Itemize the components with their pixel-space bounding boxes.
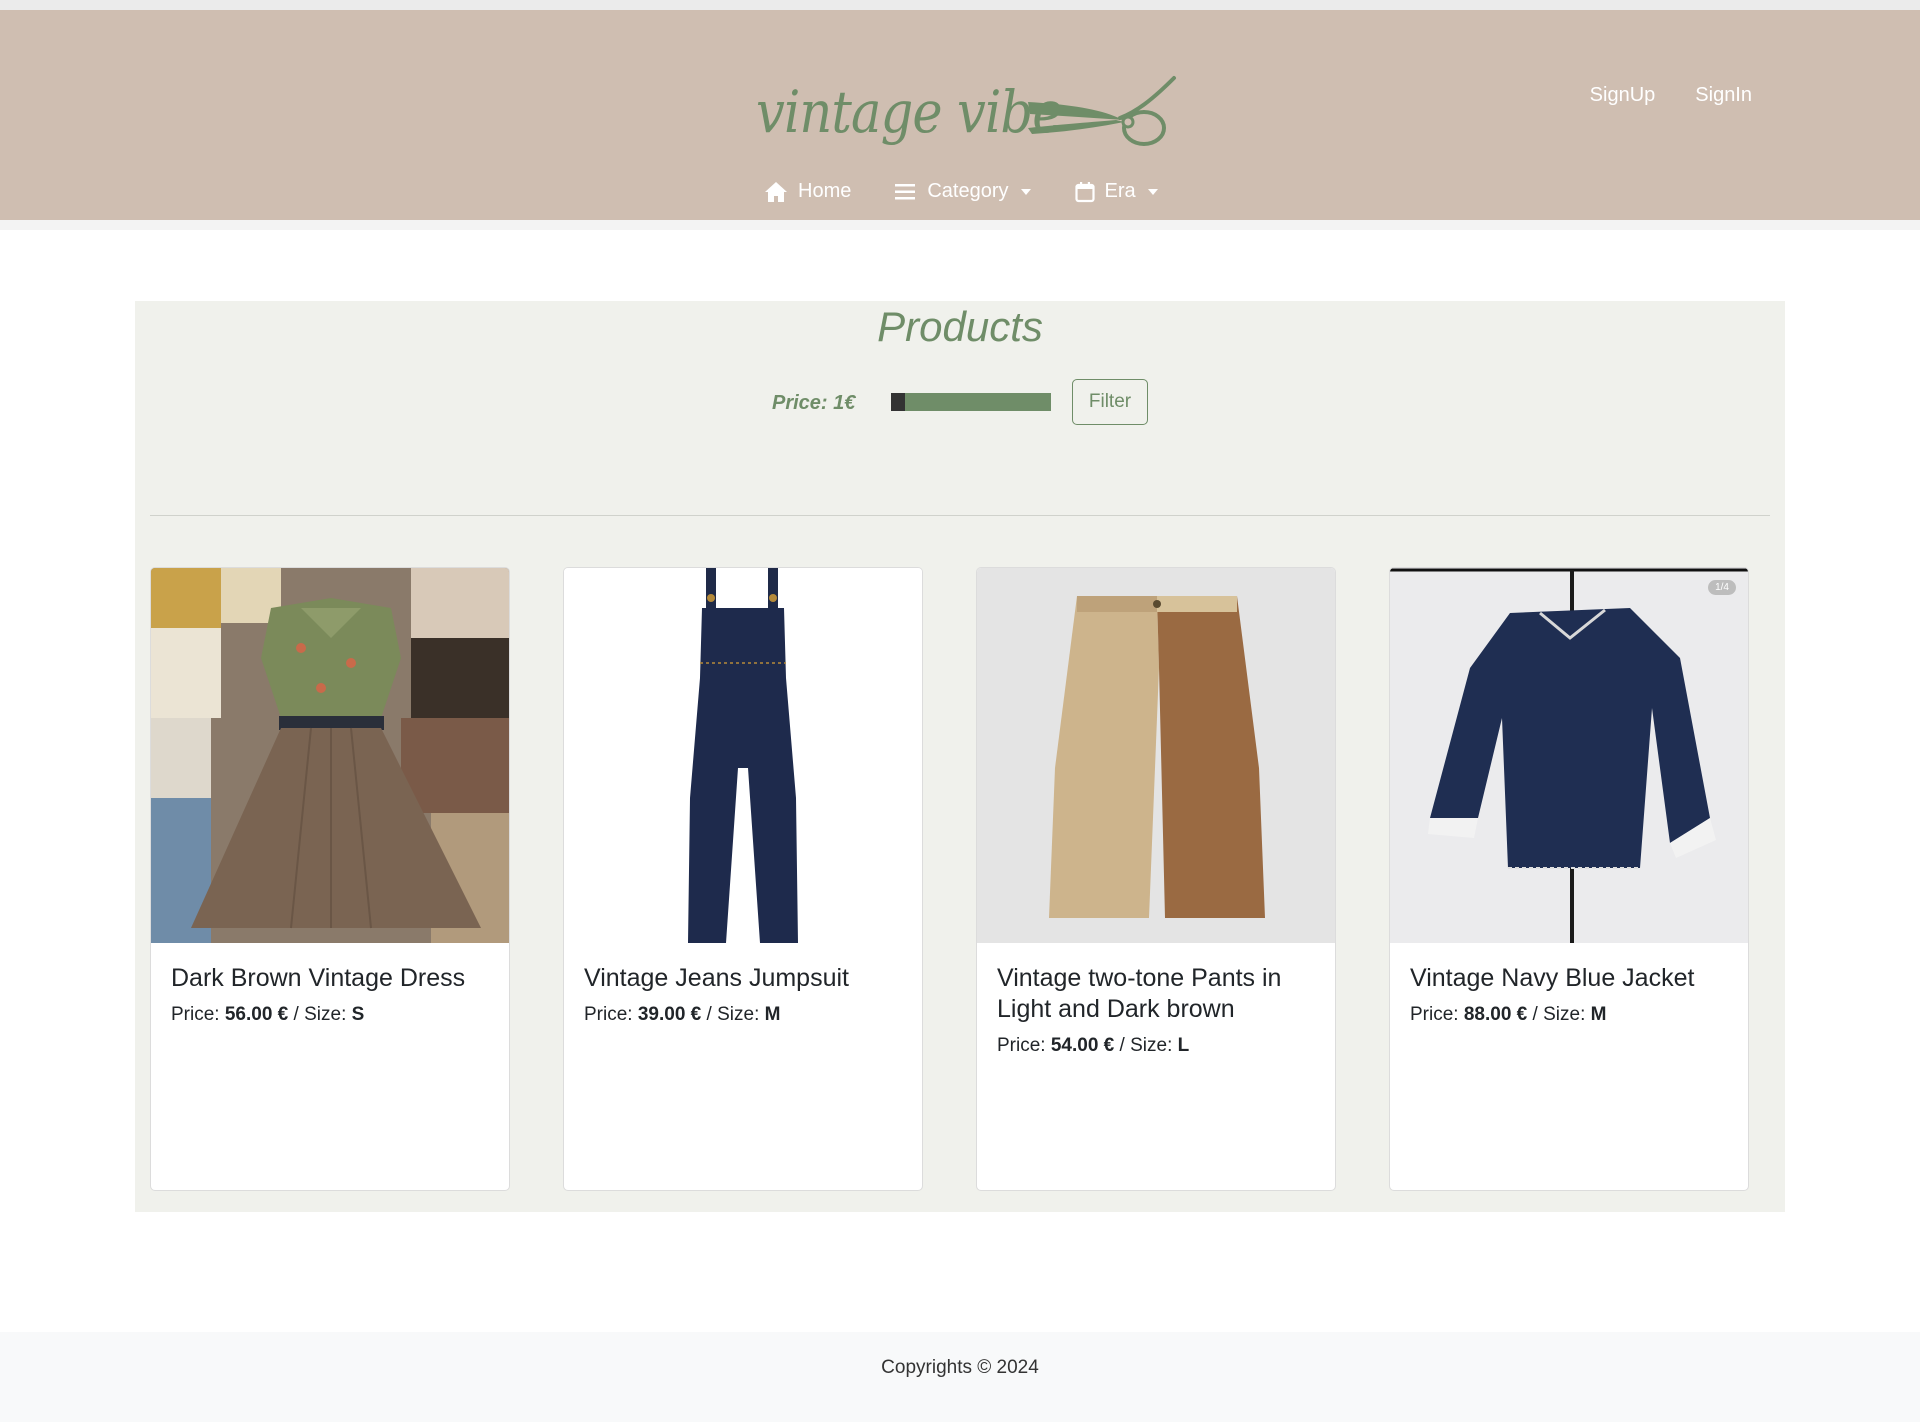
site-footer: Copyrights © 2024 [0, 1332, 1920, 1422]
logo[interactable]: vintage vibe [756, 72, 1186, 152]
product-card[interactable]: Vintage Jeans Jumpsuit Price: 39.00 € / … [563, 567, 923, 1191]
size-label: / Size: [1532, 1004, 1586, 1025]
product-card[interactable]: Dark Brown Vintage Dress Price: 56.00 € … [150, 567, 510, 1191]
main-nav: Home Category Era [764, 180, 1158, 203]
jacket-image [1390, 568, 1748, 943]
scissors-icon [1028, 76, 1176, 146]
product-size: L [1177, 1035, 1190, 1056]
product-image-jacket[interactable]: 1/4 [1390, 568, 1748, 943]
filter-button[interactable]: Filter [1072, 379, 1148, 425]
size-label: / Size: [293, 1004, 347, 1025]
nav-home-label: Home [798, 180, 852, 202]
price-label: Price: [1410, 1004, 1459, 1025]
product-meta: Price: 54.00 € / Size: L [997, 1035, 1315, 1057]
divider [150, 515, 1770, 516]
nav-era-dropdown[interactable]: Era [1074, 180, 1158, 203]
site-header: vintage vibe SignUp SignIn Home Category [0, 10, 1920, 230]
price-label: Price: [171, 1004, 220, 1025]
jumpsuit-image [564, 568, 922, 943]
nav-category-dropdown[interactable]: Category [895, 180, 1031, 203]
logo-text: vintage vibe [756, 78, 1062, 146]
chevron-down-icon [1020, 188, 1031, 195]
page-title: Products [877, 303, 1043, 350]
product-title[interactable]: Vintage Navy Blue Jacket [1410, 963, 1728, 994]
nav-category-label: Category [927, 180, 1009, 202]
product-image-pants[interactable] [977, 568, 1335, 943]
products-panel: Products Price: 1€ Filter Dark Brown Vin… [135, 301, 1785, 1212]
pants-image [977, 568, 1335, 943]
calendar-icon [1074, 181, 1095, 202]
image-counter-badge: 1/4 [1708, 580, 1736, 595]
size-label: / Size: [706, 1004, 760, 1025]
price-slider-thumb[interactable] [891, 393, 905, 411]
product-price: 39.00 € [637, 1004, 702, 1025]
price-filter-label: Price: 1€ [772, 392, 856, 414]
product-title[interactable]: Vintage Jeans Jumpsuit [584, 963, 902, 994]
product-card[interactable]: 1/4 Vintage Navy Blue Jacket Price: 88.0… [1389, 567, 1749, 1191]
nav-home[interactable]: Home [764, 180, 851, 203]
product-image-dress[interactable] [151, 568, 509, 943]
product-grid: Dark Brown Vintage Dress Price: 56.00 € … [150, 567, 1770, 1191]
product-meta: Price: 56.00 € / Size: S [171, 1004, 489, 1026]
product-card[interactable]: Vintage two-tone Pants in Light and Dark… [976, 567, 1336, 1191]
product-title[interactable]: Vintage two-tone Pants in Light and Dark… [997, 963, 1315, 1025]
product-size: S [351, 1004, 365, 1025]
product-image-jumpsuit[interactable] [564, 568, 922, 943]
signin-link[interactable]: SignIn [1695, 84, 1752, 107]
menu-lines-icon [895, 183, 916, 199]
top-strip [0, 0, 1920, 10]
signup-link[interactable]: SignUp [1590, 84, 1656, 107]
auth-links: SignUp SignIn [1590, 84, 1752, 107]
chevron-down-icon [1147, 188, 1158, 195]
product-size: M [1590, 1004, 1607, 1025]
nav-era-label: Era [1104, 180, 1136, 202]
product-price: 54.00 € [1050, 1035, 1115, 1056]
price-label: Price: [584, 1004, 633, 1025]
product-price: 56.00 € [224, 1004, 289, 1025]
price-filter: Price: 1€ Filter [135, 379, 1785, 427]
product-meta: Price: 88.00 € / Size: M [1410, 1004, 1728, 1026]
product-title[interactable]: Dark Brown Vintage Dress [171, 963, 489, 994]
price-label: Price: [997, 1035, 1046, 1056]
home-icon [765, 181, 787, 202]
size-label: / Size: [1119, 1035, 1173, 1056]
dress-image [151, 568, 509, 943]
product-size: M [764, 1004, 781, 1025]
product-meta: Price: 39.00 € / Size: M [584, 1004, 902, 1026]
copyright-text: Copyrights © 2024 [881, 1357, 1039, 1378]
price-slider[interactable] [891, 393, 1051, 411]
product-price: 88.00 € [1463, 1004, 1528, 1025]
